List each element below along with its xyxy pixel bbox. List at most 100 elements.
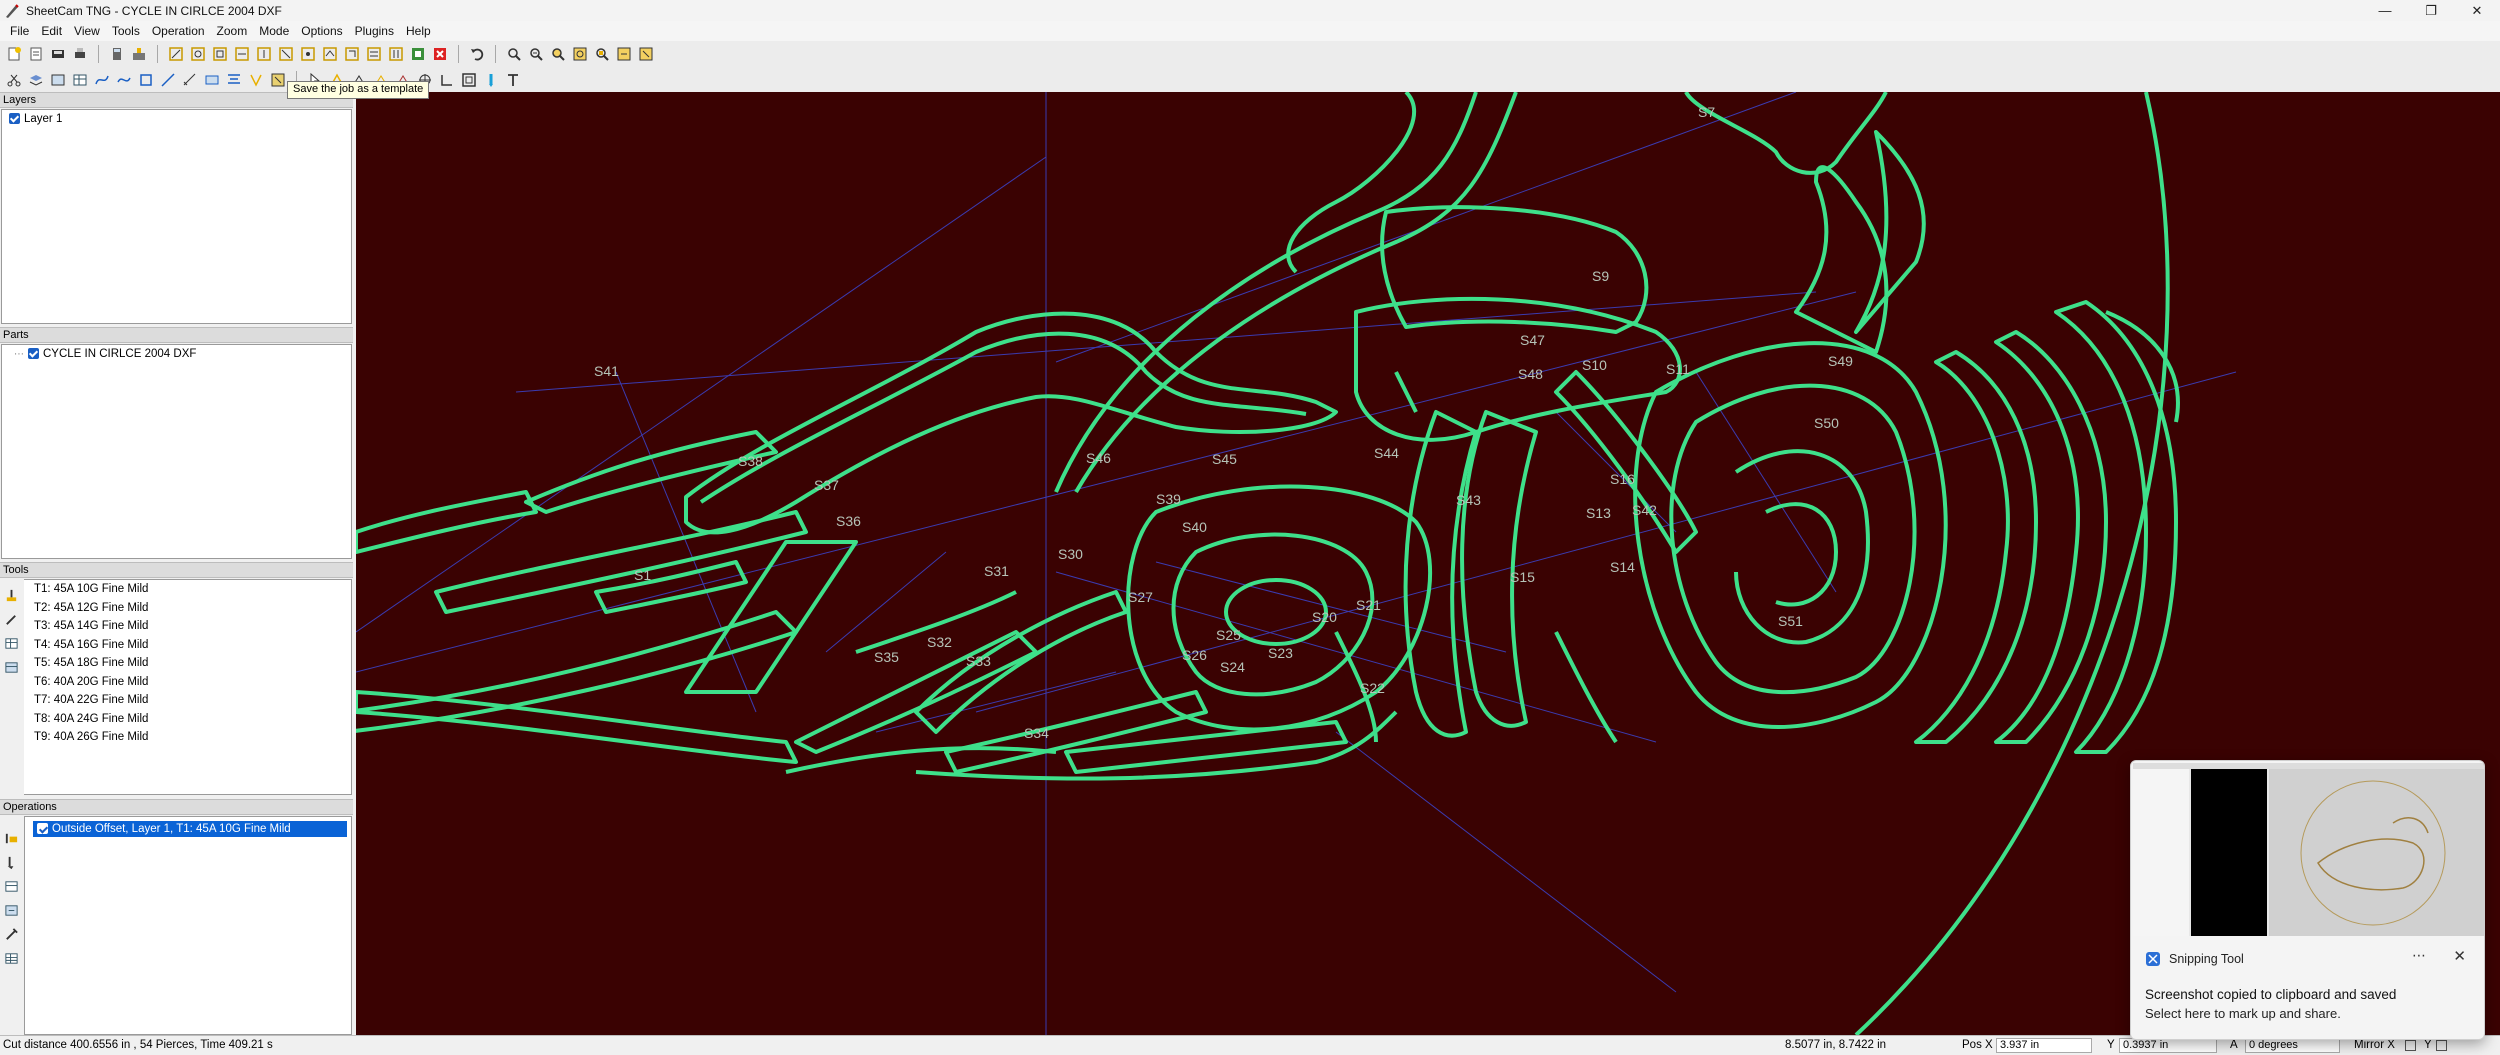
- operation-tool-9-icon[interactable]: [342, 44, 362, 64]
- spline-tool-icon[interactable]: [114, 70, 134, 90]
- edit-tool-icon[interactable]: [2, 610, 20, 628]
- tree-expander-icon[interactable]: ⋯: [14, 349, 24, 360]
- menu-options[interactable]: Options: [295, 24, 348, 38]
- operation-tool-4-icon[interactable]: [232, 44, 252, 64]
- snipping-tool-notification[interactable]: Snipping Tool ⋯ ✕ Screenshot copied to c…: [2130, 760, 2485, 1040]
- table-icon[interactable]: [70, 70, 90, 90]
- screenshot-thumbnail[interactable]: [2133, 763, 2484, 936]
- tool-item[interactable]: T7: 40A 22G Fine Mild: [24, 691, 351, 710]
- rectangle-tool-icon[interactable]: [202, 70, 222, 90]
- mirror-y-checkbox[interactable]: [2436, 1040, 2447, 1051]
- part-checkbox[interactable]: [28, 348, 39, 360]
- close-notification-icon[interactable]: ✕: [2453, 947, 2466, 965]
- toolbar-separator: [495, 45, 496, 63]
- pos-x-field[interactable]: 3.937 in: [1996, 1038, 2092, 1053]
- post-process-icon[interactable]: [129, 44, 149, 64]
- menu-tools[interactable]: Tools: [106, 24, 146, 38]
- text-tool-icon[interactable]: [503, 70, 523, 90]
- scissors-icon[interactable]: [4, 70, 24, 90]
- menu-file[interactable]: File: [4, 24, 35, 38]
- align-icon[interactable]: [224, 70, 244, 90]
- minimize-button[interactable]: —: [2362, 0, 2408, 21]
- operation-checkbox[interactable]: [37, 823, 48, 835]
- tool-item[interactable]: T4: 45A 16G Fine Mild: [24, 636, 351, 655]
- frame-icon[interactable]: [459, 70, 479, 90]
- open-job-icon[interactable]: [26, 44, 46, 64]
- more-options-icon[interactable]: ⋯: [2412, 947, 2426, 964]
- sheet-icon[interactable]: [48, 70, 68, 90]
- zoom-previous-icon[interactable]: [614, 44, 634, 64]
- tool-table-icon[interactable]: [2, 634, 20, 652]
- zoom-window-icon[interactable]: [548, 44, 568, 64]
- zoom-out-icon[interactable]: [526, 44, 546, 64]
- mirror-x-checkbox[interactable]: [2405, 1040, 2416, 1051]
- operation-tool-5-icon[interactable]: [254, 44, 274, 64]
- path-tool-icon[interactable]: [92, 70, 112, 90]
- tool-item[interactable]: T2: 45A 12G Fine Mild: [24, 599, 351, 618]
- zoom-part-icon[interactable]: [592, 44, 612, 64]
- seq-label: S14: [1610, 559, 1635, 575]
- pos-y-field[interactable]: 0.3937 in: [2119, 1038, 2217, 1053]
- operation-params-icon[interactable]: [2, 901, 20, 919]
- save-job-icon[interactable]: [48, 44, 68, 64]
- operation-table-icon[interactable]: [2, 877, 20, 895]
- new-operation-icon[interactable]: [2, 829, 20, 847]
- menu-zoom[interactable]: Zoom: [211, 24, 254, 38]
- tool-item[interactable]: T8: 40A 24G Fine Mild: [24, 710, 351, 729]
- operation-tool-11-icon[interactable]: [386, 44, 406, 64]
- operation-tool-1-icon[interactable]: [166, 44, 186, 64]
- menu-mode[interactable]: Mode: [253, 24, 295, 38]
- start-point-icon[interactable]: [246, 70, 266, 90]
- measure-icon[interactable]: [180, 70, 200, 90]
- delete-operation-icon[interactable]: [430, 44, 450, 64]
- seq-label: S47: [1520, 332, 1545, 348]
- seq-label: S30: [1058, 546, 1083, 562]
- menu-help[interactable]: Help: [400, 24, 437, 38]
- part-item[interactable]: ⋯ CYCLE IN CIRLCE 2004 DXF: [2, 345, 351, 360]
- menu-edit[interactable]: Edit: [35, 24, 68, 38]
- tool-item[interactable]: T3: 45A 14G Fine Mild: [24, 617, 351, 636]
- tool-item[interactable]: T9: 40A 26G Fine Mild: [24, 728, 351, 747]
- new-tool-icon[interactable]: [2, 586, 20, 604]
- operation-tool-3-icon[interactable]: [210, 44, 230, 64]
- menu-plugins[interactable]: Plugins: [349, 24, 400, 38]
- new-job-icon[interactable]: [4, 44, 24, 64]
- layer-item[interactable]: Layer 1: [2, 110, 351, 125]
- operation-list-icon[interactable]: [2, 949, 20, 967]
- tool-item[interactable]: T6: 40A 20G Fine Mild: [24, 673, 351, 692]
- operation-item-selected[interactable]: Outside Offset, Layer 1, T1: 45A 10G Fin…: [33, 821, 347, 837]
- calculator-icon[interactable]: [107, 44, 127, 64]
- angle-field[interactable]: 0 degrees: [2245, 1038, 2340, 1053]
- menu-view[interactable]: View: [68, 24, 106, 38]
- print-icon[interactable]: [70, 44, 90, 64]
- zoom-in-icon[interactable]: [504, 44, 524, 64]
- node-edit-icon[interactable]: [136, 70, 156, 90]
- pierce-icon[interactable]: [268, 70, 288, 90]
- close-window-button[interactable]: ✕: [2454, 0, 2500, 21]
- drill-icon[interactable]: [481, 70, 501, 90]
- operation-tool-12-icon[interactable]: [408, 44, 428, 64]
- operation-tool-icon[interactable]: [2, 925, 20, 943]
- edit-operation-icon[interactable]: [2, 853, 20, 871]
- operations-list: Outside Offset, Layer 1, T1: 45A 10G Fin…: [24, 816, 352, 1035]
- operation-tool-6-icon[interactable]: [276, 44, 296, 64]
- operation-tool-10-icon[interactable]: [364, 44, 384, 64]
- menu-operation[interactable]: Operation: [146, 24, 211, 38]
- line-tool-icon[interactable]: [158, 70, 178, 90]
- tool-item[interactable]: T1: 45A 10G Fine Mild: [24, 580, 351, 599]
- tool-library-icon[interactable]: [2, 658, 20, 676]
- operation-tool-8-icon[interactable]: [320, 44, 340, 64]
- corner-icon[interactable]: [437, 70, 457, 90]
- undo-icon[interactable]: [467, 44, 487, 64]
- parts-header: Parts: [0, 327, 353, 343]
- tools-panel: Tools T1: 45A 10G Fine Mild T2: 45A 12G …: [0, 562, 353, 795]
- tool-item[interactable]: T5: 45A 18G Fine Mild: [24, 654, 351, 673]
- seq-label: S10: [1582, 357, 1607, 373]
- zoom-sheet-icon[interactable]: [636, 44, 656, 64]
- layer-checkbox[interactable]: [9, 113, 20, 125]
- layers-icon[interactable]: [26, 70, 46, 90]
- restore-button[interactable]: ❐: [2408, 0, 2454, 21]
- operation-tool-2-icon[interactable]: [188, 44, 208, 64]
- zoom-extents-icon[interactable]: [570, 44, 590, 64]
- operation-tool-7-icon[interactable]: [298, 44, 318, 64]
